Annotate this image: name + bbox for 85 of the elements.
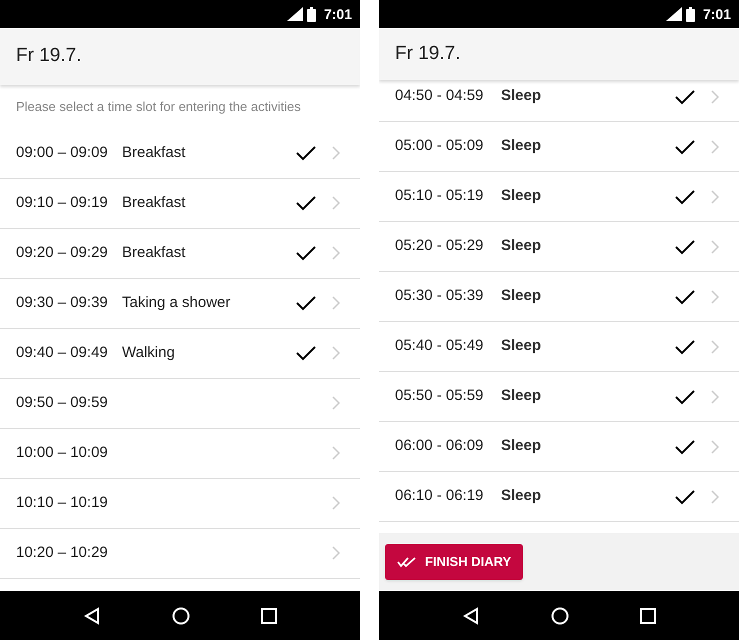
time-slot-row[interactable]: 06:00 - 06:09 Sleep [379, 422, 739, 472]
slot-time: 09:00 – 09:09 [16, 142, 109, 163]
slot-time: 09:20 – 09:29 [16, 242, 109, 263]
chevron-right-icon [332, 146, 340, 160]
chevron-right-icon [332, 246, 340, 260]
battery-icon [686, 6, 695, 22]
slot-activity: Sleep [501, 86, 542, 106]
battery-icon [306, 6, 316, 22]
time-slot-row[interactable]: 05:30 - 05:39 Sleep [379, 272, 739, 322]
slot-activity: Sleep [501, 286, 542, 306]
slot-time: 10:10 – 10:19 [16, 492, 109, 513]
slot-time: 10:20 – 10:29 [16, 542, 109, 563]
chevron-right-icon [332, 296, 340, 310]
chevron-right-icon [332, 196, 340, 210]
chevron-right-icon [711, 240, 719, 254]
time-slot-row[interactable]: 06:10 - 06:19 Sleep [379, 472, 739, 522]
slot-time: 05:30 - 05:39 [395, 286, 484, 306]
slot-activity: Sleep [501, 386, 542, 406]
slot-time: 05:20 - 05:29 [395, 236, 484, 256]
slot-time: 09:30 – 09:39 [16, 292, 109, 313]
slot-activity: Sleep [501, 186, 542, 206]
slot-activity: Walking [122, 342, 175, 363]
time-slot-row[interactable]: 09:40 – 09:49 Walking [0, 328, 360, 378]
slot-activity: Sleep [501, 236, 542, 256]
chevron-right-icon [332, 546, 340, 560]
chevron-right-icon [711, 190, 719, 204]
time-slot-row[interactable]: 09:30 – 09:39 Taking a shower [0, 278, 360, 328]
recents-icon[interactable] [260, 608, 277, 624]
slot-time: 10:00 – 10:09 [16, 442, 109, 463]
chevron-right-icon [711, 390, 719, 404]
signal-icon [286, 7, 303, 21]
slot-activity: Taking a shower [122, 292, 230, 313]
slot-time: 09:10 – 09:19 [16, 192, 109, 213]
status-time: 7:01 [324, 4, 352, 24]
chevron-right-icon [332, 346, 340, 360]
header-title: Fr 19.7. [16, 44, 82, 68]
time-slot-row[interactable]: 05:40 - 05:49 Sleep [379, 322, 739, 372]
chevron-right-icon [711, 140, 719, 154]
slot-time: 06:00 - 06:09 [395, 436, 484, 456]
finish-diary-button[interactable]: FINISH DIARY [385, 544, 524, 580]
slot-activity: Sleep [501, 336, 542, 356]
slot-activity: Sleep [501, 136, 542, 156]
slot-time: 05:40 - 05:49 [395, 336, 484, 356]
signal-icon [666, 7, 682, 21]
chevron-right-icon [711, 440, 719, 454]
slot-time: 09:50 – 09:59 [16, 392, 109, 413]
slot-activity: Sleep [501, 436, 542, 456]
time-slot-row[interactable]: 05:20 - 05:29 Sleep [379, 222, 739, 272]
back-icon[interactable] [83, 606, 102, 624]
time-slot-row[interactable]: 10:20 – 10:29 [0, 528, 360, 578]
time-slot-row[interactable]: 05:50 - 05:59 Sleep [379, 372, 739, 422]
chevron-right-icon [711, 490, 719, 504]
time-slot-row[interactable]: 05:10 - 05:19 Sleep [379, 172, 739, 222]
time-slot-row[interactable]: 10:10 – 10:19 [0, 478, 360, 528]
hint-text: Please select a time slot for entering the activities [15, 98, 302, 116]
double-check-icon [397, 556, 417, 568]
chevron-right-icon [332, 396, 340, 410]
header-title: Fr 19.7. [395, 42, 460, 66]
slot-time: 04:50 - 04:59 [395, 86, 484, 106]
time-slot-row[interactable]: 09:20 – 09:29 Breakfast [0, 228, 360, 278]
time-slot-row[interactable]: 10:00 – 10:09 [0, 428, 360, 478]
chevron-right-icon [332, 496, 340, 510]
home-icon[interactable] [172, 606, 190, 624]
back-icon[interactable] [462, 606, 480, 624]
chevron-right-icon [711, 290, 719, 304]
slot-activity: Breakfast [122, 192, 186, 213]
chevron-right-icon [711, 340, 719, 354]
slot-activity: Sleep [501, 486, 542, 506]
slot-time: 06:10 - 06:19 [395, 486, 484, 506]
slot-time: 05:50 - 05:59 [395, 386, 484, 406]
recents-icon[interactable] [640, 608, 656, 624]
home-icon[interactable] [550, 606, 569, 624]
slot-time: 09:40 – 09:49 [16, 342, 109, 363]
time-slot-row[interactable]: 05:00 - 05:09 Sleep [379, 122, 739, 172]
slot-activity: Breakfast [122, 242, 186, 263]
chevron-right-icon [711, 90, 719, 104]
time-slot-row[interactable]: 09:00 – 09:09 Breakfast [0, 128, 360, 178]
time-slot-row[interactable]: 04:50 - 04:59 Sleep [379, 80, 739, 122]
slot-activity: Breakfast [122, 142, 186, 163]
chevron-right-icon [332, 446, 340, 460]
slot-time: 05:00 - 05:09 [395, 136, 484, 156]
time-slot-row[interactable]: 09:50 – 09:59 [0, 378, 360, 428]
slot-time: 05:10 - 05:19 [395, 186, 484, 206]
status-time: 7:01 [702, 4, 731, 24]
time-slot-row[interactable]: 09:10 – 09:19 Breakfast [0, 178, 360, 228]
